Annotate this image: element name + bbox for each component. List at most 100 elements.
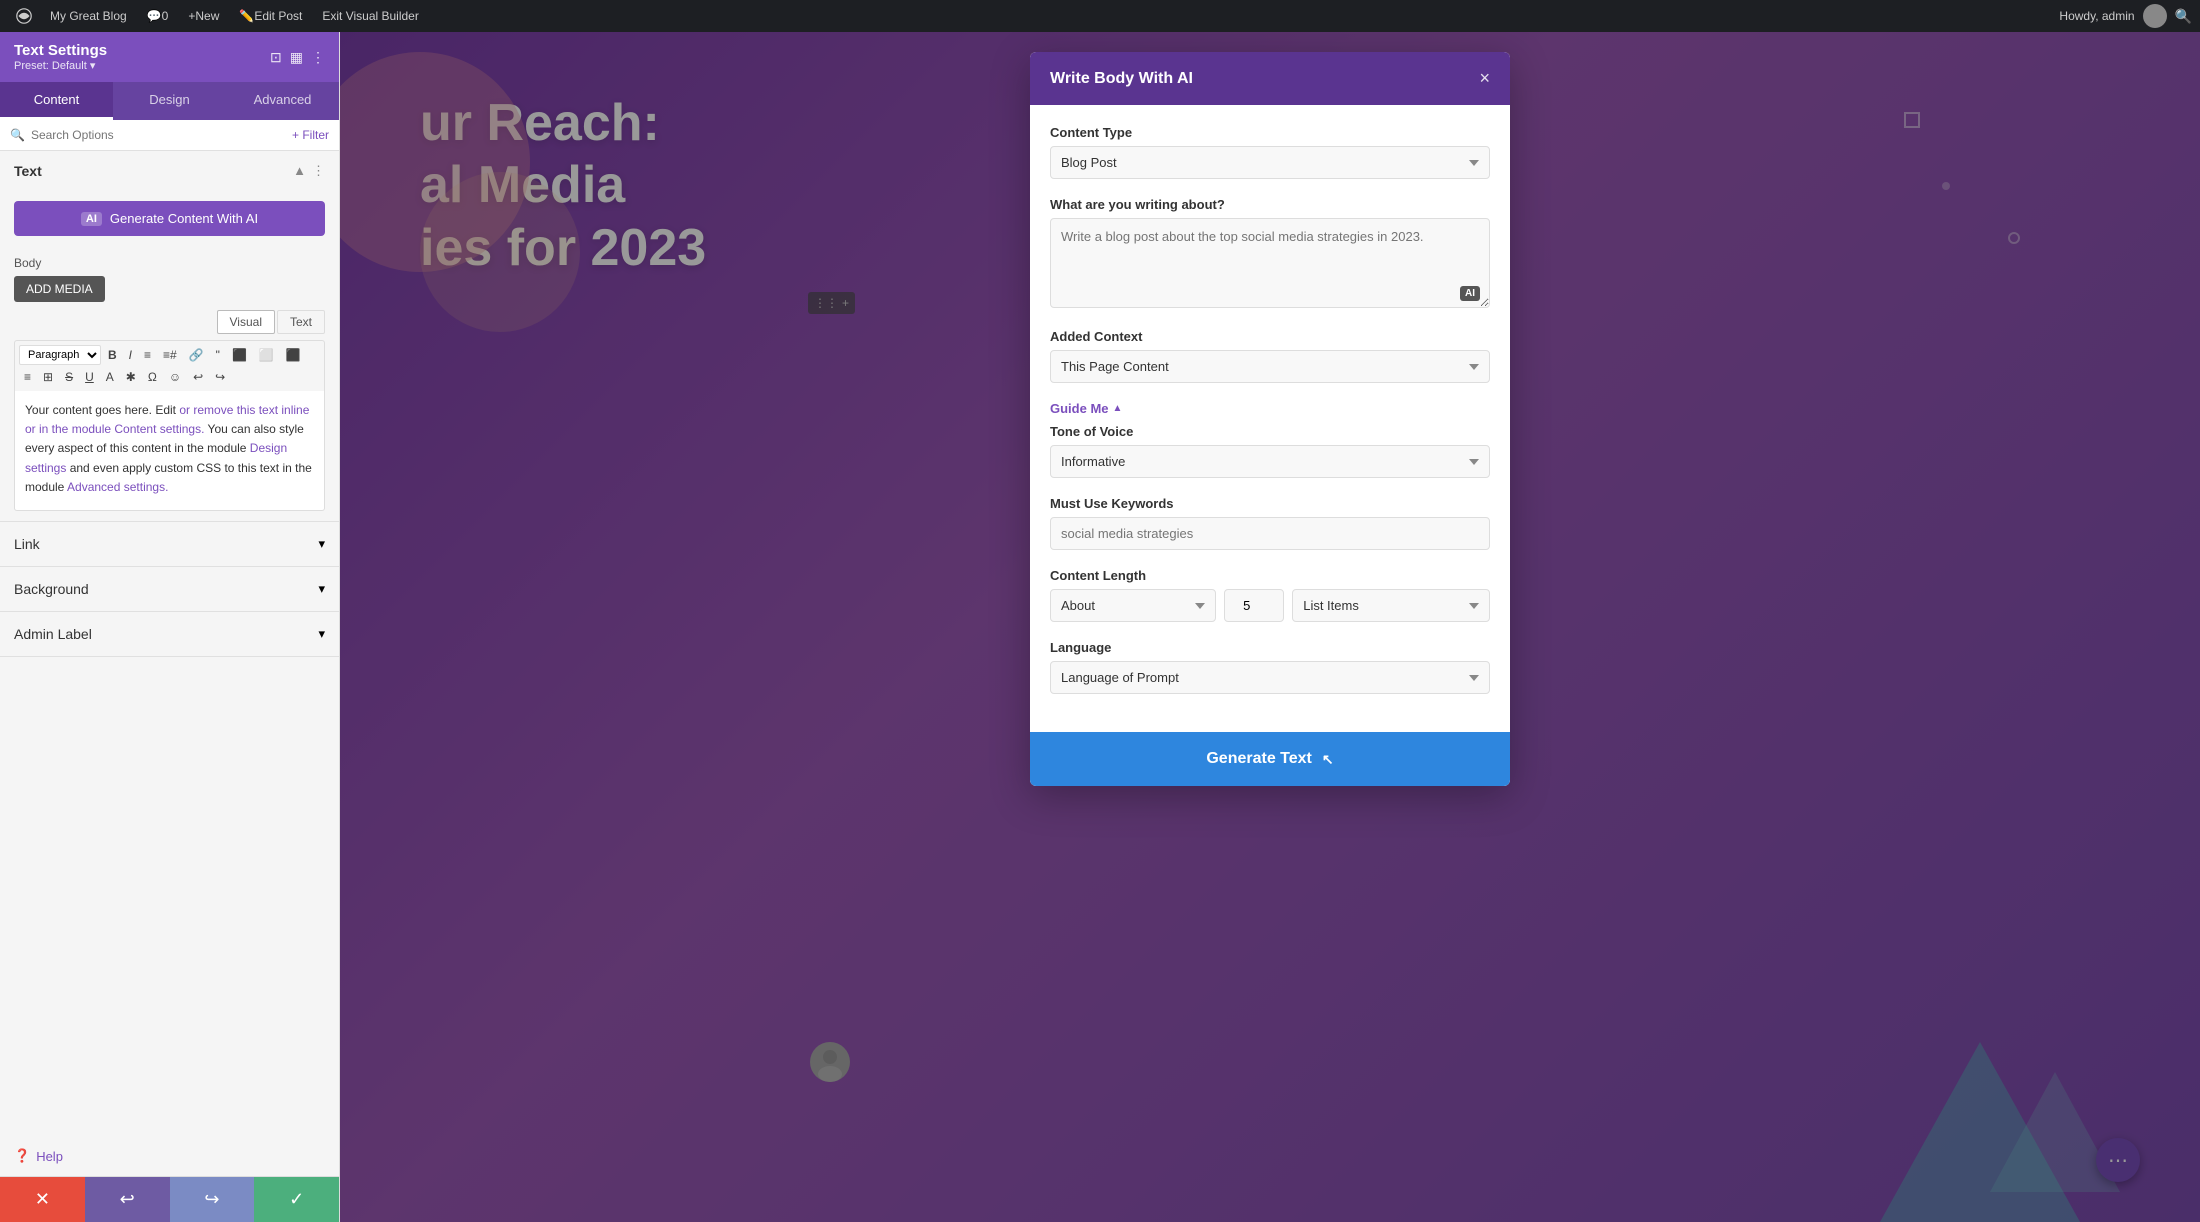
keywords-group: Must Use Keywords — [1050, 496, 1490, 550]
content-type-group: Content Type Blog Post Article Product D… — [1050, 125, 1490, 179]
site-name[interactable]: My Great Blog — [40, 0, 137, 32]
paragraph-select[interactable]: Paragraph — [19, 345, 101, 365]
align-left-btn[interactable]: ⬛ — [227, 345, 252, 365]
sidebar-preset[interactable]: Preset: Default ▾ — [14, 59, 107, 72]
modal-close-button[interactable]: × — [1479, 68, 1490, 89]
text-section-header[interactable]: Text ▲ ⋮ — [0, 151, 339, 191]
language-group: Language Language of Prompt English Span… — [1050, 640, 1490, 694]
modal-footer: Generate Text ↖ — [1030, 732, 1510, 786]
justify-btn[interactable]: ≡ — [19, 367, 36, 387]
add-media-button[interactable]: ADD MEDIA — [14, 276, 105, 302]
guide-me-link[interactable]: Guide Me ▲ — [1050, 401, 1122, 416]
columns-icon[interactable]: ▦ — [290, 49, 303, 66]
align-center-btn[interactable]: ⬜ — [254, 345, 279, 365]
collapse-icon[interactable]: ▲ — [293, 163, 306, 179]
exit-builder-btn[interactable]: Exit Visual Builder — [312, 0, 429, 32]
search-icon: 🔍 — [10, 128, 25, 142]
more-icon[interactable]: ⋮ — [311, 49, 325, 66]
avatar-admin — [2143, 4, 2167, 28]
bottom-bar: ✕ ↩ ↪ ✓ — [0, 1176, 339, 1222]
omega-btn[interactable]: Ω — [143, 367, 162, 387]
added-context-select[interactable]: This Page Content None Custom — [1050, 350, 1490, 383]
link-section: Link ▾ — [0, 522, 339, 567]
sidebar-tabs: Content Design Advanced — [0, 82, 339, 120]
help-icon: ❓ — [14, 1148, 30, 1164]
redo-editor-btn[interactable]: ↪ — [210, 367, 230, 387]
language-label: Language — [1050, 640, 1490, 655]
admin-label-section-header[interactable]: Admin Label ▾ — [14, 612, 325, 656]
about-select[interactable]: About Exactly At Least — [1050, 589, 1216, 622]
table-btn[interactable]: ⊞ — [38, 367, 58, 387]
modal-title: Write Body With AI — [1050, 70, 1193, 88]
edit-post-btn[interactable]: ✏️ Edit Post — [229, 0, 312, 32]
text-section: Text ▲ ⋮ AI Generate Content With AI Bod… — [0, 151, 339, 522]
editor-tab-text[interactable]: Text — [277, 310, 325, 334]
link-btn[interactable]: 🔗 — [184, 345, 209, 365]
comments-count[interactable]: 💬 0 — [137, 0, 179, 32]
background-section: Background ▾ — [0, 567, 339, 612]
generate-text-button[interactable]: Generate Text ↖ — [1030, 732, 1510, 786]
main-layout: Text Settings Preset: Default ▾ ⊡ ▦ ⋮ Co… — [0, 32, 2200, 1222]
editor-tab-visual[interactable]: Visual — [217, 310, 275, 334]
text-section-title: Text — [14, 163, 42, 179]
tab-design[interactable]: Design — [113, 82, 226, 120]
redo-button[interactable]: ↪ — [170, 1177, 255, 1222]
strikethrough-btn[interactable]: S — [60, 367, 78, 387]
filter-button[interactable]: + Filter — [292, 128, 329, 142]
textarea-wrapper: AI — [1050, 218, 1490, 311]
search-icon[interactable]: 🔍 — [2175, 8, 2192, 25]
editor-text-link3[interactable]: Advanced settings. — [67, 480, 168, 494]
unit-select[interactable]: List Items Paragraphs Sentences Words — [1292, 589, 1490, 622]
content-type-select[interactable]: Blog Post Article Product Description — [1050, 146, 1490, 179]
fullscreen-icon[interactable]: ⊡ — [270, 49, 282, 66]
sidebar-footer[interactable]: ❓ Help — [0, 1136, 339, 1176]
wp-logo-icon[interactable] — [8, 0, 40, 32]
tone-group: Tone of Voice Informative Casual Profess… — [1050, 424, 1490, 478]
link-label: Link — [14, 536, 40, 552]
italic-btn[interactable]: I — [124, 345, 137, 365]
what-writing-textarea[interactable] — [1050, 218, 1490, 308]
generate-text-label: Generate Text — [1206, 750, 1312, 768]
editor-tabs: Visual Text — [14, 310, 325, 334]
link-section-header[interactable]: Link ▾ — [14, 522, 325, 566]
content-type-label: Content Type — [1050, 125, 1490, 140]
quote-btn[interactable]: " — [211, 345, 225, 365]
admin-label: Admin Label — [14, 626, 92, 642]
align-right-btn[interactable]: ⬛ — [281, 345, 306, 365]
guide-me-arrow-icon: ▲ — [1113, 403, 1123, 414]
emoji-btn[interactable]: ☺ — [164, 367, 186, 387]
background-section-header[interactable]: Background ▾ — [14, 567, 325, 611]
language-select[interactable]: Language of Prompt English Spanish — [1050, 661, 1490, 694]
generate-ai-button[interactable]: AI Generate Content With AI — [14, 201, 325, 236]
content-length-controls: About Exactly At Least List Items Paragr… — [1050, 589, 1490, 622]
search-input[interactable] — [31, 128, 286, 142]
ol-btn[interactable]: ≡# — [158, 345, 182, 365]
ai-badge: AI — [81, 212, 102, 226]
what-writing-group: What are you writing about? AI — [1050, 197, 1490, 311]
keywords-label: Must Use Keywords — [1050, 496, 1490, 511]
ul-btn[interactable]: ≡ — [139, 345, 156, 365]
length-number-input[interactable] — [1224, 589, 1284, 622]
ai-modal: Write Body With AI × Content Type Blog P… — [1030, 52, 1510, 786]
color-btn[interactable]: A — [101, 367, 119, 387]
generate-ai-label: Generate Content With AI — [110, 211, 258, 226]
discard-button[interactable]: ✕ — [0, 1177, 85, 1222]
tab-advanced[interactable]: Advanced — [226, 82, 339, 120]
special-btn[interactable]: ✱ — [121, 367, 141, 387]
editor-content[interactable]: Your content goes here. Edit or remove t… — [14, 391, 325, 511]
tab-content[interactable]: Content — [0, 82, 113, 120]
bold-btn[interactable]: B — [103, 345, 122, 365]
cursor-icon: ↖ — [1322, 751, 1334, 768]
tone-select[interactable]: Informative Casual Professional — [1050, 445, 1490, 478]
new-post-btn[interactable]: + New — [178, 0, 229, 32]
modal-overlay: Write Body With AI × Content Type Blog P… — [340, 32, 2200, 1222]
undo-button[interactable]: ↩ — [85, 1177, 170, 1222]
admin-label-section: Admin Label ▾ — [0, 612, 339, 657]
save-button[interactable]: ✓ — [254, 1177, 339, 1222]
underline-btn[interactable]: U — [80, 367, 99, 387]
generate-btn-wrapper: Generate Text ↖ — [1030, 732, 1510, 786]
undo-editor-btn[interactable]: ↩ — [188, 367, 208, 387]
body-section: Body ADD MEDIA Visual Text Paragraph B I… — [0, 246, 339, 521]
keywords-input[interactable] — [1050, 517, 1490, 550]
more-options-icon[interactable]: ⋮ — [312, 163, 325, 179]
